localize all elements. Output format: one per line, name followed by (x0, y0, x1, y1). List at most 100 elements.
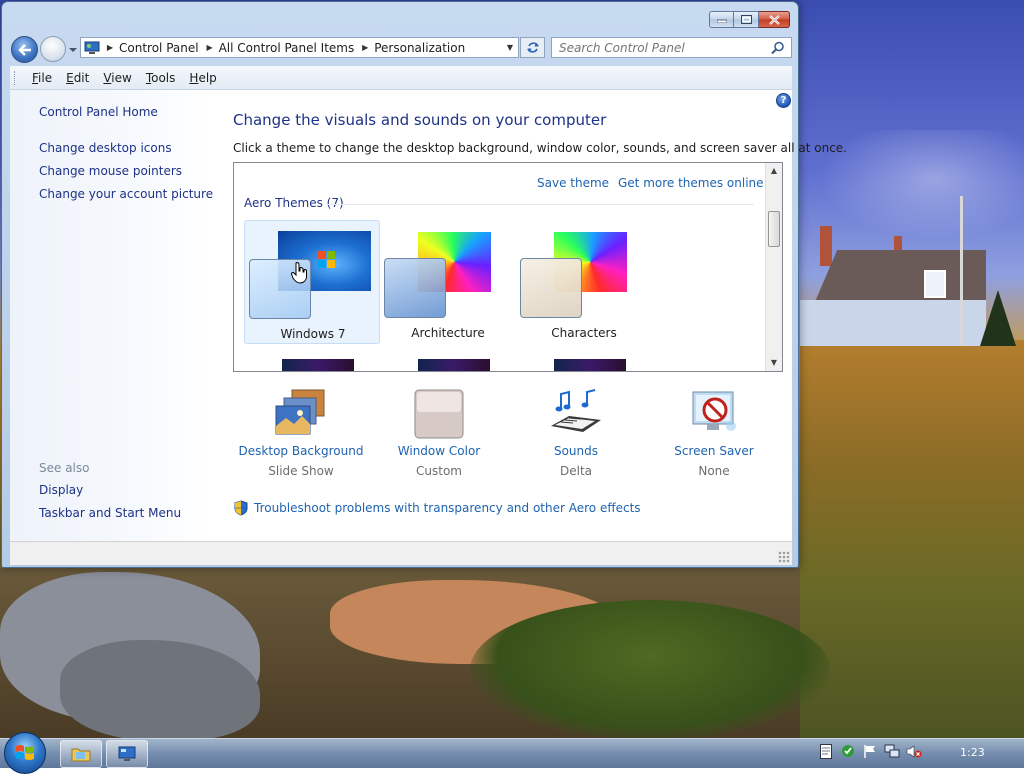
volume-muted-icon[interactable] (906, 743, 922, 759)
control-panel-icon (118, 746, 136, 761)
taskbar: 1:23 (0, 732, 1024, 774)
task-pane: Control Panel Home Change desktop icons … (10, 90, 213, 541)
screen-saver-option[interactable]: Screen Saver None (649, 388, 779, 478)
content-area: Control Panel Home Change desktop icons … (10, 90, 847, 541)
scroll-down-icon[interactable]: ▼ (766, 355, 782, 371)
security-icon[interactable] (840, 743, 856, 759)
flag-icon[interactable] (862, 743, 878, 759)
page-description: Click a theme to change the desktop back… (233, 141, 847, 155)
maximize-icon (740, 15, 752, 24)
maximize-button[interactable] (734, 11, 759, 28)
save-theme-link[interactable]: Save theme (537, 176, 609, 190)
taskbar-explorer-button[interactable] (60, 740, 102, 768)
caption-buttons (709, 11, 790, 28)
menu-grip (14, 70, 17, 85)
search-icon[interactable] (771, 41, 785, 55)
change-account-picture-link[interactable]: Change your account picture (39, 187, 213, 201)
forward-button[interactable] (40, 36, 66, 62)
scroll-up-icon[interactable]: ▲ (766, 163, 782, 179)
back-arrow-icon (17, 43, 31, 56)
search-box[interactable] (551, 37, 792, 58)
sounds-value: Delta (559, 464, 592, 478)
control-panel-home-link[interactable]: Control Panel Home (39, 105, 158, 119)
refresh-icon (526, 42, 539, 53)
theme-glass-swatch (520, 258, 582, 318)
breadcrumb-separator[interactable]: ▶ (103, 43, 117, 52)
screen-saver-icon (692, 391, 736, 431)
taskbar-start-menu-link[interactable]: Taskbar and Start Menu (39, 506, 181, 520)
theme-list[interactable]: Save theme Get more themes online Aero T… (233, 162, 783, 372)
menu-edit[interactable]: Edit (59, 71, 96, 85)
size-grip[interactable] (778, 551, 790, 563)
screen-saver-label[interactable]: Screen Saver (649, 444, 779, 458)
troubleshoot-aero-link[interactable]: Troubleshoot problems with transparency … (254, 501, 641, 515)
menu-help[interactable]: Help (182, 71, 223, 85)
window-color-label[interactable]: Window Color (374, 444, 504, 458)
theme-thumbnail-partial[interactable] (282, 359, 354, 371)
desktop-background-option[interactable]: Desktop Background Slide Show (236, 388, 366, 478)
menu-bar: File Edit View Tools Help (10, 66, 792, 90)
theme-list-scrollbar[interactable]: ▲ ▼ (765, 163, 782, 371)
minimize-button[interactable] (709, 11, 734, 28)
bush (470, 600, 830, 740)
address-bar[interactable]: ▶ Control Panel ▶ All Control Panel Item… (80, 37, 519, 58)
refresh-button[interactable] (520, 37, 545, 58)
notes-icon[interactable] (818, 743, 834, 759)
close-button[interactable] (759, 11, 790, 28)
minimize-icon (716, 19, 727, 23)
taskbar-clock[interactable]: 1:23 (960, 746, 985, 759)
search-input[interactable] (559, 40, 759, 55)
sounds-option[interactable]: Sounds Delta (511, 388, 641, 478)
menu-file[interactable]: File (25, 71, 59, 85)
sounds-label[interactable]: Sounds (511, 444, 641, 458)
status-bar (10, 541, 792, 565)
theme-windows-7[interactable]: Windows 7 (244, 220, 380, 344)
aero-themes-group-header: Aero Themes (7) (244, 196, 344, 210)
page-title: Change the visuals and sounds on your co… (233, 111, 607, 129)
theme-glass-swatch (384, 258, 446, 318)
troubleshoot-row: Troubleshoot problems with transparency … (233, 500, 641, 516)
get-more-themes-link[interactable]: Get more themes online (618, 176, 764, 190)
theme-thumbnail-partial[interactable] (554, 359, 626, 371)
theme-label: Windows 7 (280, 327, 346, 341)
recent-pages-button[interactable] (68, 43, 78, 53)
shield-icon (234, 500, 248, 516)
desktop-background-label[interactable]: Desktop Background (236, 444, 366, 458)
breadcrumb-all-items[interactable]: All Control Panel Items (217, 41, 359, 55)
screen-saver-value: None (698, 464, 730, 478)
change-desktop-icons-link[interactable]: Change desktop icons (39, 141, 172, 155)
meadow (800, 340, 1024, 740)
breadcrumb-personalization[interactable]: Personalization (372, 41, 469, 55)
desktop-background-icon (275, 389, 325, 435)
taskbar-control-panel-button[interactable] (106, 740, 148, 768)
windows-logo-icon (16, 745, 34, 760)
theme-label: Characters (551, 326, 617, 340)
sounds-icon (551, 389, 601, 432)
theme-characters[interactable]: Characters (516, 220, 652, 344)
menu-view[interactable]: View (96, 71, 138, 85)
close-icon (768, 14, 780, 25)
window-color-option[interactable]: Window Color Custom (374, 388, 504, 478)
theme-architecture[interactable]: Architecture (380, 220, 516, 344)
scroll-thumb[interactable] (768, 211, 780, 247)
control-panel-icon (81, 38, 103, 57)
address-dropdown-icon[interactable]: ▼ (502, 43, 518, 52)
change-mouse-pointers-link[interactable]: Change mouse pointers (39, 164, 182, 178)
help-icon[interactable]: ? (776, 93, 791, 108)
menu-tools[interactable]: Tools (139, 71, 183, 85)
theme-thumbnail-partial[interactable] (418, 359, 490, 371)
see-also-heading: See also (39, 461, 90, 475)
breadcrumb-separator[interactable]: ▶ (203, 43, 217, 52)
window-color-value: Custom (416, 464, 462, 478)
breadcrumb-separator[interactable]: ▶ (358, 43, 372, 52)
window-color-icon (414, 389, 464, 439)
display-link[interactable]: Display (39, 483, 83, 497)
back-button[interactable] (11, 36, 38, 63)
desktop-background-value: Slide Show (268, 464, 334, 478)
theme-label: Architecture (411, 326, 485, 340)
chevron-down-icon (69, 48, 77, 52)
personalization-window[interactable]: ▶ Control Panel ▶ All Control Panel Item… (1, 1, 847, 568)
network-icon[interactable] (884, 743, 900, 759)
breadcrumb-control-panel[interactable]: Control Panel (117, 41, 203, 55)
system-tray (818, 743, 922, 759)
